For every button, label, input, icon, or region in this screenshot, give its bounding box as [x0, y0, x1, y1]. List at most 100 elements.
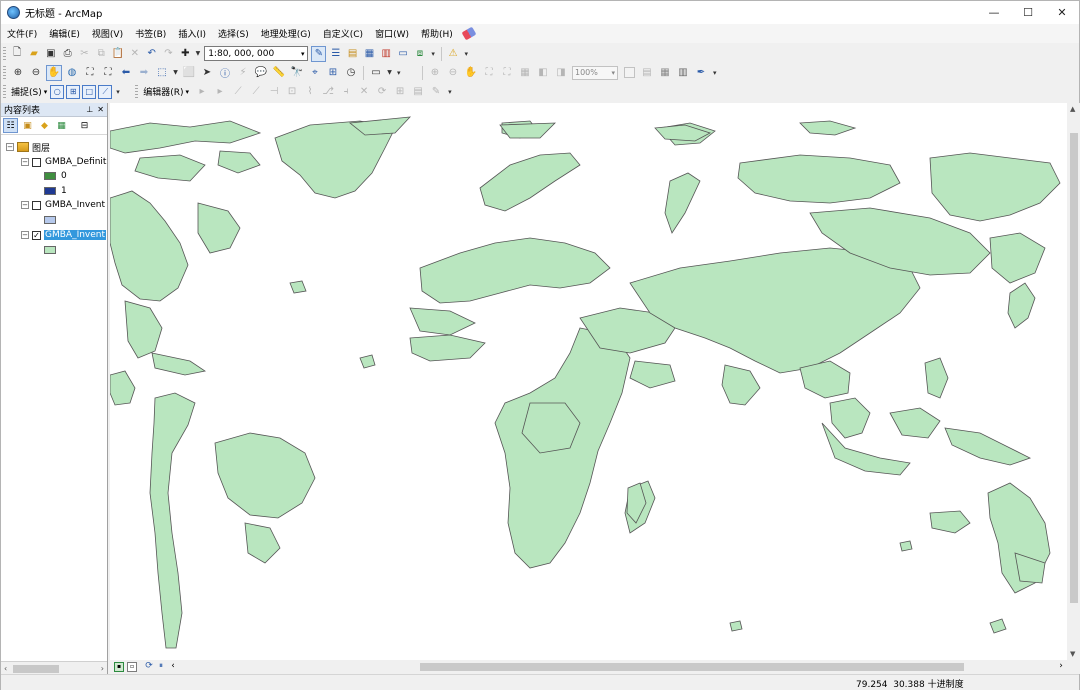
fixed-zoom-out-icon[interactable]: ⛶ — [100, 65, 116, 81]
list-by-drawing-order-icon[interactable]: ☷ — [3, 118, 18, 133]
scroll-left-icon[interactable]: ‹ — [168, 662, 178, 672]
undo-icon[interactable]: ↶ — [144, 46, 159, 62]
layout-forward-icon[interactable]: ◨ — [553, 65, 569, 81]
toggle-draft-mode-icon[interactable] — [621, 65, 637, 81]
list-by-selection-icon[interactable]: ▦ — [54, 118, 69, 133]
hyperlink-icon[interactable]: ⚡ — [235, 65, 251, 81]
menu-view[interactable]: 视图(V) — [86, 27, 129, 40]
collapse-icon[interactable]: − — [21, 231, 29, 239]
straight-segment-icon[interactable]: ⟋ — [230, 84, 246, 100]
map-scale-select[interactable]: 1:80, 000, 000 ▾ — [204, 46, 309, 61]
close-button[interactable]: ✕ — [1045, 1, 1079, 24]
toolbar-overflow-icon[interactable]: ▾ — [116, 86, 123, 98]
edit-annotation-icon[interactable]: ▸ — [212, 84, 228, 100]
layout-full-extent-icon[interactable]: ⛶ — [481, 65, 497, 81]
add-data-icon[interactable]: ✚ — [178, 46, 193, 62]
go-to-xy-icon[interactable]: ⊞ — [325, 65, 341, 81]
layers-root-row[interactable]: − 图层 — [6, 140, 50, 154]
refresh-icon[interactable]: ⟳ — [144, 662, 154, 672]
print-icon[interactable]: ⎙ — [60, 46, 75, 62]
scrollbar-thumb[interactable] — [13, 665, 59, 673]
save-icon[interactable]: ▣ — [43, 46, 58, 62]
warning-icon[interactable]: ⚠ — [446, 46, 461, 62]
zoom-out-icon[interactable]: ⊖ — [28, 65, 44, 81]
find-route-icon[interactable]: ⌖ — [307, 65, 323, 81]
toolbar-overflow-icon[interactable]: ▾ — [431, 48, 437, 60]
find-icon[interactable]: 🔭 — [289, 65, 305, 81]
scrollbar-thumb[interactable] — [1070, 133, 1078, 603]
open-folder-icon[interactable]: ▰ — [27, 46, 42, 62]
create-viewer-window-icon[interactable]: ▭ — [368, 65, 384, 81]
forward-extent-icon[interactable]: ➡ — [136, 65, 152, 81]
time-slider-icon[interactable]: ◷ — [343, 65, 359, 81]
python-window-icon[interactable]: ▭ — [396, 46, 411, 62]
fixed-zoom-in-icon[interactable]: ⛶ — [82, 65, 98, 81]
cut-icon[interactable]: ✂ — [77, 46, 92, 62]
layout-dropdown-icon[interactable]: ▼ — [386, 65, 393, 81]
modelbuilder-icon[interactable]: ⧈ — [413, 46, 428, 62]
split-icon[interactable]: ⫞ — [338, 84, 354, 100]
paste-icon[interactable]: 📋 — [111, 46, 126, 62]
draw-pen-icon[interactable]: ✒ — [693, 65, 709, 81]
snapping-menu[interactable]: 捕捉(S) — [9, 85, 44, 98]
attributes-icon[interactable]: ⟳ — [374, 84, 390, 100]
scroll-right-icon[interactable]: › — [1056, 662, 1066, 672]
select-dropdown-icon[interactable]: ▼ — [172, 65, 179, 81]
arctoolbox-icon[interactable]: ▥ — [379, 46, 394, 62]
search-window-icon[interactable]: ▦ — [362, 46, 377, 62]
scroll-right-icon[interactable]: › — [101, 664, 104, 673]
full-extent-icon[interactable]: ◍ — [64, 65, 80, 81]
editor-menu[interactable]: 编辑器(R) — [141, 85, 185, 98]
scrollbar-thumb[interactable] — [420, 663, 964, 671]
layer-row[interactable]: − GMBA_Definit — [21, 155, 107, 169]
toolbar-grip[interactable] — [3, 65, 6, 80]
table-of-contents-icon[interactable]: ☰ — [328, 46, 343, 62]
end-snapping-icon[interactable]: ⊞ — [66, 84, 81, 99]
focus-data-frame-icon[interactable]: ▤ — [639, 65, 655, 81]
list-by-source-icon[interactable]: ▣ — [20, 118, 35, 133]
sketch-properties-icon[interactable]: ⊞ — [392, 84, 408, 100]
edit-vertices-icon[interactable]: ⊡ — [284, 84, 300, 100]
editor-extra-icon[interactable]: ✎ — [428, 84, 444, 100]
layer-row[interactable]: − ✓ GMBA_Invent — [21, 228, 107, 242]
scroll-down-icon[interactable]: ▼ — [1070, 650, 1075, 658]
measure-icon[interactable]: 📏 — [271, 65, 287, 81]
close-icon[interactable]: ✕ — [97, 105, 104, 114]
pin-icon[interactable]: ⊥ — [86, 105, 93, 114]
toolbar-overflow-icon[interactable]: ▾ — [448, 86, 455, 98]
layout-back-icon[interactable]: ◧ — [535, 65, 551, 81]
editor-toolbar-icon[interactable]: ✎ — [311, 45, 327, 62]
pan-icon[interactable]: ✋ — [46, 64, 62, 81]
layer-name[interactable]: GMBA_Invent — [44, 200, 106, 210]
redo-icon[interactable]: ↷ — [161, 46, 176, 62]
edit-tool-icon[interactable]: ▸ — [194, 84, 210, 100]
toolbar-overflow-icon[interactable]: ▾ — [713, 67, 720, 79]
layer-visibility-checkbox[interactable] — [32, 157, 41, 167]
change-layout-icon[interactable]: ▦ — [657, 65, 673, 81]
create-features-icon[interactable]: ▤ — [410, 84, 426, 100]
menu-file[interactable]: 文件(F) — [1, 27, 43, 40]
new-document-icon[interactable]: 🗋 — [10, 46, 25, 62]
collapse-icon[interactable]: − — [6, 143, 14, 151]
trace-icon[interactable]: ⟋ — [248, 84, 264, 100]
copy-icon[interactable]: ⧉ — [94, 46, 109, 62]
collapse-icon[interactable]: − — [21, 201, 29, 209]
data-view-icon[interactable]: ▪ — [114, 662, 124, 672]
layout-zoom-out-icon[interactable]: ⊖ — [445, 65, 461, 81]
layout-view-icon[interactable]: ▫ — [127, 662, 137, 672]
scroll-left-icon[interactable]: ‹ — [4, 664, 7, 673]
layer-visibility-checkbox[interactable]: ✓ — [32, 230, 41, 240]
list-by-visibility-icon[interactable]: ◆ — [37, 118, 52, 133]
edge-snapping-icon[interactable]: ⟋ — [98, 84, 113, 99]
select-features-icon[interactable]: ⬚ — [154, 65, 170, 81]
map-view[interactable] — [110, 103, 1067, 660]
layer-row[interactable]: − GMBA_Invent — [21, 198, 106, 212]
layout-zoom-in-icon[interactable]: ⊕ — [427, 65, 443, 81]
cut-polygons-icon[interactable]: ⎇ — [320, 84, 336, 100]
minimize-button[interactable]: — — [977, 1, 1011, 24]
menu-edit[interactable]: 编辑(E) — [43, 27, 86, 40]
layout-fixed-zoom-icon[interactable]: ⛶ — [499, 65, 515, 81]
map-horizontal-scrollbar[interactable]: ▪ ▫ ⟳ ⏸ ‹ › — [110, 660, 1080, 674]
clear-selection-icon[interactable]: ⬜ — [181, 65, 197, 81]
toc-horizontal-scrollbar[interactable]: ‹ › — [1, 661, 107, 675]
